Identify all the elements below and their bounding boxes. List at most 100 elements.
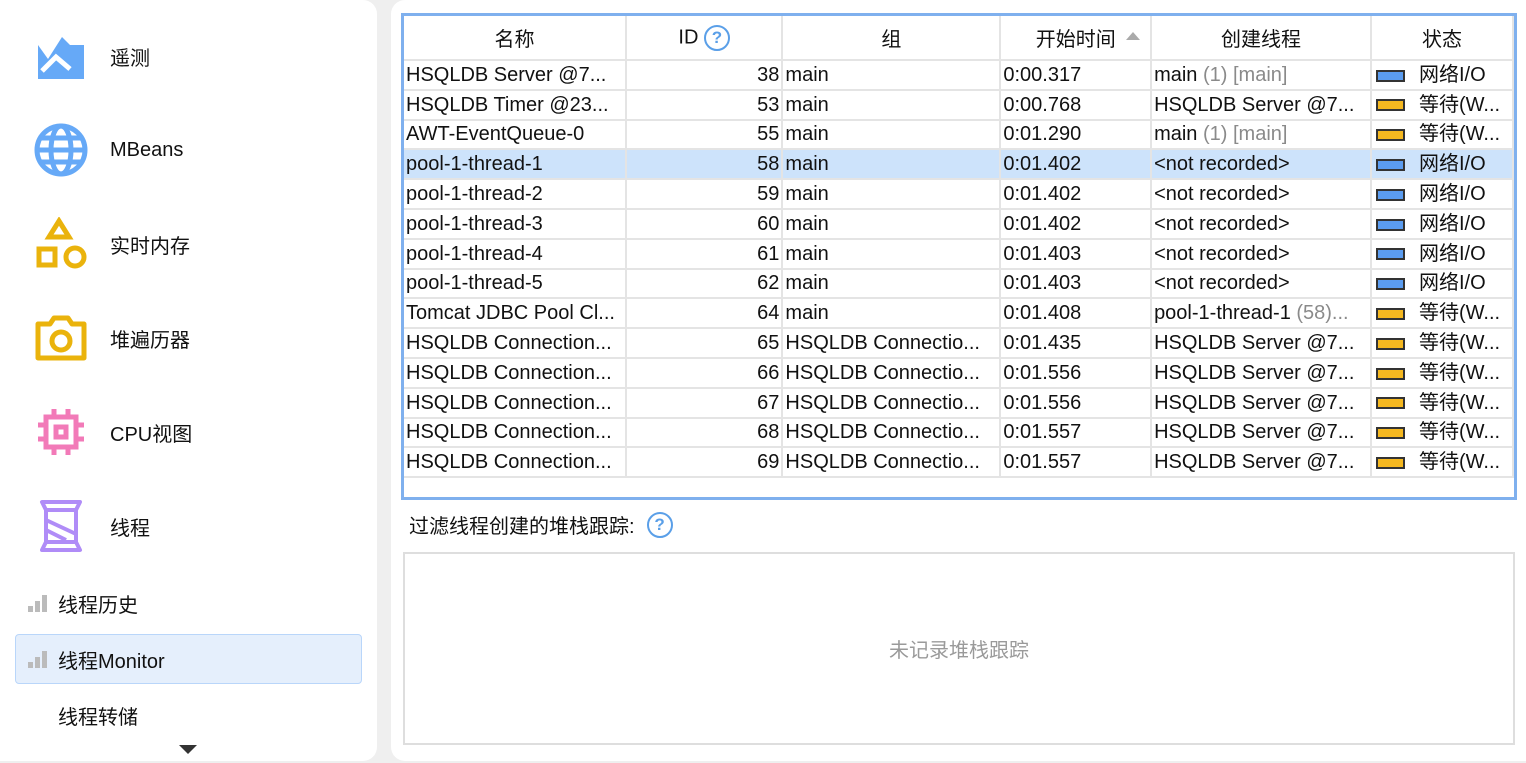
- state-color-swatch: [1376, 367, 1405, 380]
- cell-state: 等待(W...: [1371, 447, 1514, 479]
- cell-group: HSQLDB Connectio...: [782, 387, 1002, 419]
- cell-id: 59: [625, 179, 784, 210]
- table-row[interactable]: pool-1-thread-3 60 main 0:01.402 <not re…: [404, 208, 1514, 240]
- nav-thread-history[interactable]: 线程历史: [15, 578, 362, 628]
- cell-start-time: 0:01.290: [1000, 119, 1153, 151]
- nav-live-memory[interactable]: 实时内存: [34, 214, 190, 274]
- cell-creator: <not recorded>: [1151, 179, 1372, 210]
- column-header-group[interactable]: 组: [782, 16, 1002, 61]
- cell-group: main: [782, 268, 1002, 300]
- cell-id: 68: [625, 417, 784, 449]
- nav-telemetry[interactable]: 遥测: [34, 26, 150, 86]
- state-color-swatch: [1376, 99, 1405, 112]
- cell-state: 网络I/O: [1371, 268, 1514, 300]
- cell-name: HSQLDB Connection...: [404, 417, 627, 449]
- cell-start-time: 0:01.435: [1000, 328, 1153, 359]
- cell-group: HSQLDB Connectio...: [782, 417, 1002, 449]
- cell-creator: <not recorded>: [1151, 208, 1372, 240]
- cell-group: main: [782, 208, 1002, 240]
- nav-cpu-views[interactable]: CPU视图: [34, 402, 192, 462]
- table-row[interactable]: AWT-EventQueue-0 55 main 0:01.290 main (…: [404, 119, 1514, 151]
- cell-group: main: [782, 238, 1002, 270]
- state-color-swatch: [1376, 427, 1405, 440]
- cell-creator: HSQLDB Server @7...: [1151, 357, 1372, 389]
- cell-start-time: 0:01.403: [1000, 268, 1153, 300]
- cell-name: pool-1-thread-4: [404, 238, 627, 270]
- cell-id: 64: [625, 298, 784, 330]
- cell-start-time: 0:01.403: [1000, 238, 1153, 270]
- cell-creator: main (1) [main]: [1151, 119, 1372, 151]
- column-header-start-time[interactable]: 开始时间: [1000, 16, 1153, 61]
- cell-name: Tomcat JDBC Pool Cl...: [404, 298, 627, 330]
- cell-group: main: [782, 119, 1002, 151]
- nav-mbeans[interactable]: MBeans: [34, 120, 183, 180]
- nav-thread-monitor[interactable]: 线程Monitor: [15, 634, 362, 684]
- cell-id: 55: [625, 119, 784, 151]
- table-row[interactable]: HSQLDB Connection... 69 HSQLDB Connectio…: [404, 447, 1514, 479]
- table-row[interactable]: HSQLDB Connection... 65 HSQLDB Connectio…: [404, 328, 1514, 359]
- column-header-id[interactable]: ID ?: [625, 16, 784, 61]
- bar-chart-icon: [28, 595, 47, 612]
- table-row[interactable]: HSQLDB Connection... 66 HSQLDB Connectio…: [404, 357, 1514, 389]
- table-row[interactable]: pool-1-thread-4 61 main 0:01.403 <not re…: [404, 238, 1514, 270]
- cell-name: HSQLDB Connection...: [404, 447, 627, 479]
- column-header-state[interactable]: 状态: [1371, 16, 1514, 61]
- cell-group: main: [782, 298, 1002, 330]
- cell-group: main: [782, 89, 1002, 121]
- cell-name: pool-1-thread-3: [404, 208, 627, 240]
- table-row[interactable]: HSQLDB Connection... 68 HSQLDB Connectio…: [404, 417, 1514, 449]
- table-row[interactable]: pool-1-thread-1 58 main 0:01.402 <not re…: [404, 149, 1514, 181]
- cell-id: 65: [625, 328, 784, 359]
- cell-start-time: 0:01.557: [1000, 447, 1153, 479]
- help-icon[interactable]: ?: [646, 511, 673, 538]
- state-color-swatch: [1376, 248, 1405, 261]
- cell-state: 等待(W...: [1371, 328, 1514, 359]
- filter-stack-trace: 过滤线程创建的堆栈跟踪: ?: [409, 510, 673, 539]
- table-row[interactable]: HSQLDB Server @7... 38 main 0:00.317 mai…: [404, 60, 1514, 91]
- cell-start-time: 0:01.408: [1000, 298, 1153, 330]
- cell-creator: main (1) [main]: [1151, 60, 1372, 91]
- table-row[interactable]: HSQLDB Timer @23... 53 main 0:00.768 HSQ…: [404, 89, 1514, 121]
- column-header-creator[interactable]: 创建线程: [1151, 16, 1372, 61]
- nav-heap-walker[interactable]: 堆遍历器: [34, 308, 190, 368]
- scroll-down-icon[interactable]: [179, 745, 197, 754]
- cell-state: 等待(W...: [1371, 119, 1514, 151]
- cell-group: main: [782, 149, 1002, 181]
- state-color-swatch: [1376, 278, 1405, 291]
- cell-name: pool-1-thread-1: [404, 149, 627, 181]
- telemetry-icon: [34, 29, 88, 83]
- cell-state: 等待(W...: [1371, 417, 1514, 449]
- cell-start-time: 0:00.317: [1000, 60, 1153, 91]
- cell-name: pool-1-thread-5: [404, 268, 627, 300]
- cell-group: HSQLDB Connectio...: [782, 357, 1002, 389]
- nav-threads[interactable]: 线程: [34, 496, 150, 556]
- cell-start-time: 0:01.402: [1000, 179, 1153, 210]
- cell-creator: HSQLDB Server @7...: [1151, 447, 1372, 479]
- cell-id: 66: [625, 357, 784, 389]
- table-row[interactable]: Tomcat JDBC Pool Cl... 64 main 0:01.408 …: [404, 298, 1514, 330]
- nav-thread-dumps[interactable]: 线程转储: [15, 690, 362, 740]
- cell-name: HSQLDB Connection...: [404, 357, 627, 389]
- cell-id: 58: [625, 149, 784, 181]
- state-color-swatch: [1376, 337, 1405, 350]
- cell-id: 38: [625, 60, 784, 91]
- stack-trace-panel: 未记录堆栈跟踪: [403, 552, 1515, 745]
- shapes-icon: [34, 217, 88, 271]
- cell-creator: pool-1-thread-1 (58)...: [1151, 298, 1372, 330]
- cell-start-time: 0:01.402: [1000, 208, 1153, 240]
- table-row[interactable]: HSQLDB Connection... 67 HSQLDB Connectio…: [404, 387, 1514, 419]
- cell-name: pool-1-thread-2: [404, 179, 627, 210]
- cell-name: HSQLDB Connection...: [404, 387, 627, 419]
- table-row[interactable]: pool-1-thread-5 62 main 0:01.403 <not re…: [404, 268, 1514, 300]
- table-row[interactable]: pool-1-thread-2 59 main 0:01.402 <not re…: [404, 179, 1514, 210]
- help-icon[interactable]: ?: [703, 24, 730, 51]
- cell-creator: <not recorded>: [1151, 238, 1372, 270]
- cell-state: 网络I/O: [1371, 179, 1514, 210]
- sidebar: 遥测 MBeans 实时内存 堆遍历器 CPU视图 线程 线程历史 线程Moni…: [0, 0, 377, 761]
- cell-state: 等待(W...: [1371, 298, 1514, 330]
- cell-state: 网络I/O: [1371, 60, 1514, 91]
- column-header-name[interactable]: 名称: [404, 16, 627, 61]
- bar-chart-icon: [28, 651, 47, 668]
- cell-name: HSQLDB Timer @23...: [404, 89, 627, 121]
- cell-id: 61: [625, 238, 784, 270]
